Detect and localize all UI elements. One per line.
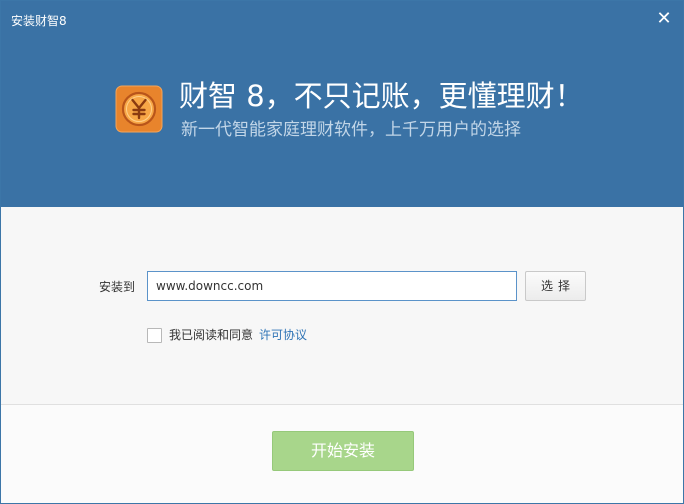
installer-window: 安装财智8 ✕ 财智 8，不只记账，更懂理财！ 新一代智能家庭理财软件，上千万用… (0, 0, 684, 504)
install-path-input[interactable] (147, 271, 517, 301)
start-install-button[interactable]: 开始安装 (272, 431, 414, 471)
yen-coin-icon (115, 85, 163, 133)
choose-folder-button[interactable]: 选择 (525, 271, 586, 301)
install-path-label: 安装到 (99, 280, 136, 294)
header-banner: 安装财智8 ✕ 财智 8，不只记账，更懂理财！ 新一代智能家庭理财软件，上千万用… (1, 1, 683, 207)
agree-text: 我已阅读和同意 (169, 328, 254, 342)
slogan-heading: 财智 8，不只记账，更懂理财！ (179, 79, 584, 113)
agreement-row: 我已阅读和同意 许可协议 (147, 327, 307, 343)
close-icon[interactable]: ✕ (655, 10, 673, 28)
window-title: 安装财智8 (11, 14, 67, 28)
license-link[interactable]: 许可协议 (259, 327, 307, 343)
agree-checkbox[interactable] (147, 327, 162, 343)
slogan-subtitle: 新一代智能家庭理财软件，上千万用户的选择 (181, 120, 521, 140)
